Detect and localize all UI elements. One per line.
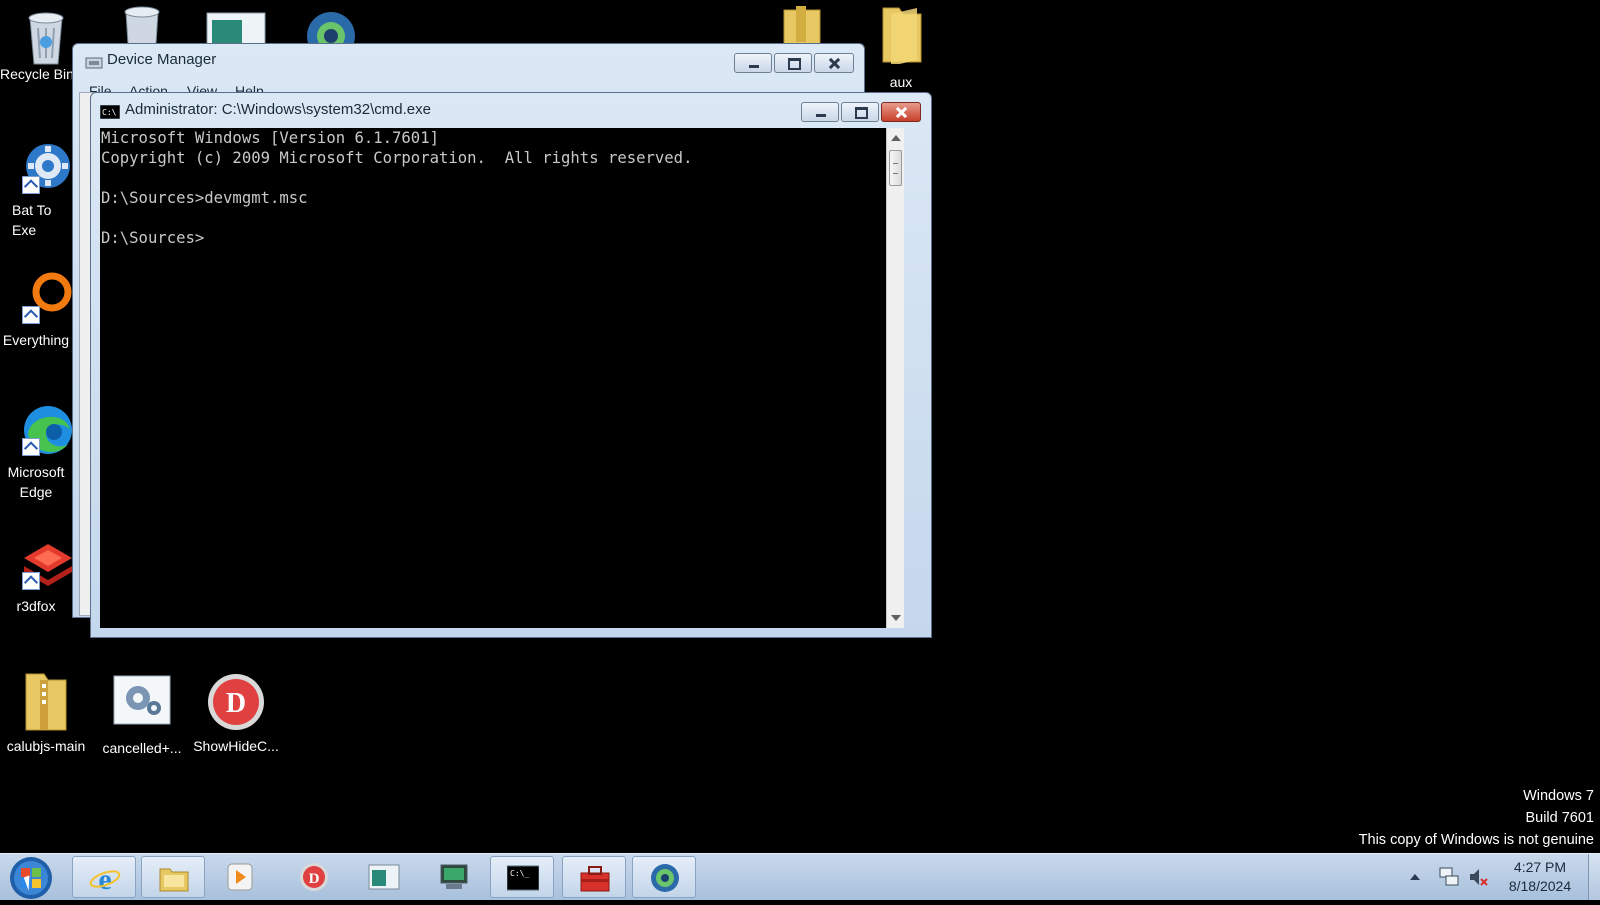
monitor-app-icon: [438, 862, 470, 892]
taskbar-button-explorer[interactable]: [141, 856, 205, 898]
device-manager-minimize-button[interactable]: [734, 53, 772, 73]
start-button[interactable]: [8, 856, 54, 900]
r3dfox-icon: [20, 538, 72, 590]
device-manager-icon: [85, 55, 103, 71]
desktop-icon-label: aux: [889, 74, 913, 90]
menu-action[interactable]: Action: [129, 83, 168, 92]
desktop-icon-cancelled[interactable]: cancelled+...: [96, 674, 188, 758]
taskbar-button-device-manager[interactable]: [422, 856, 486, 898]
menu-view[interactable]: View: [187, 83, 217, 92]
clock-date: 8/18/2024: [1508, 878, 1572, 894]
minimize-icon: [802, 103, 838, 121]
device-manager-close-button[interactable]: [814, 53, 854, 73]
show-desktop-button[interactable]: [1588, 854, 1600, 900]
svg-text:e: e: [98, 863, 111, 893]
cmd-title: Administrator: C:\Windows\system32\cmd.e…: [125, 101, 431, 118]
console-prompt: D:\Sources>: [101, 229, 205, 247]
watermark-genuine-notice: This copy of Windows is not genuine: [1358, 832, 1594, 848]
cmd-console-output[interactable]: Microsoft Windows [Version 6.1.7601] Cop…: [100, 128, 886, 628]
window-app-icon[interactable]: [206, 12, 266, 45]
taskbar: e D C:\_ 4:27 PM 8/18/2024: [0, 853, 1600, 900]
desktop-icon-aux-folder[interactable]: aux: [856, 4, 946, 92]
console-line: Microsoft Windows [Version 6.1.7601]: [101, 129, 439, 147]
desktop-icon-label: ShowHideC...: [193, 738, 279, 754]
device-manager-menubar: File Action View Help: [79, 78, 859, 92]
cmd-maximize-button[interactable]: [841, 102, 879, 122]
desktop-icon-label: calubjs-main: [6, 738, 86, 754]
gear-shortcut-icon: [20, 142, 72, 194]
desktop-icon-label: Recycle Bin: [0, 66, 72, 82]
window-app-icon: [368, 862, 400, 892]
folder-icon: [877, 4, 925, 66]
scrollbar-thumb[interactable]: [889, 150, 902, 186]
taskbar-button-ie[interactable]: e: [72, 856, 136, 898]
media-player-icon: [224, 862, 256, 892]
watermark-build: Build 7601: [1525, 810, 1594, 826]
desktop-icon-calubjs-main[interactable]: calubjs-main: [0, 670, 92, 756]
svg-text:C:\_: C:\_: [510, 869, 529, 878]
minimize-icon: [735, 54, 771, 72]
cmd-close-button[interactable]: [881, 102, 921, 122]
console-line: Copyright (c) 2009 Microsoft Corporation…: [101, 149, 693, 167]
console-line: [100, 208, 886, 228]
shortcut-arrow-icon: [22, 572, 40, 590]
network-icon[interactable]: [1438, 866, 1460, 888]
console-line: D:\Sources>devmgmt.msc: [101, 189, 308, 207]
desktop-icon-showhide[interactable]: D ShowHideC...: [190, 672, 282, 756]
shortcut-arrow-icon: [22, 176, 40, 194]
desktop-icon-label: Bat To Exe Converter: [12, 202, 52, 238]
toolbox-icon: [579, 863, 611, 893]
maximize-icon: [842, 103, 878, 121]
taskbar-button-toolbox[interactable]: [562, 856, 626, 898]
cmd-icon: C:\: [99, 104, 121, 120]
windows-orb-icon: [10, 857, 52, 899]
d-badge-icon: D: [298, 862, 330, 892]
shortcut-arrow-icon: [22, 438, 40, 456]
device-manager-title: Device Manager: [107, 51, 217, 68]
recycle-bin-icon[interactable]: [116, 4, 168, 45]
scroll-down-arrow-icon[interactable]: [891, 615, 901, 621]
svg-text:C:\: C:\: [102, 108, 117, 117]
shortcut-arrow-icon: [22, 306, 40, 324]
cmd-minimize-button[interactable]: [801, 102, 839, 122]
desktop-icon-label: Microsoft Edge: [7, 464, 65, 500]
clock-time: 4:27 PM: [1513, 859, 1567, 875]
console-line: [100, 168, 886, 188]
menu-file[interactable]: File: [89, 83, 112, 92]
maximize-icon: [775, 54, 811, 72]
taskbar-button-cmd[interactable]: C:\_: [490, 856, 554, 898]
cmd-vertical-scrollbar[interactable]: [886, 128, 904, 628]
recycle-bin-icon: [20, 6, 72, 65]
taskbar-clock[interactable]: 4:27 PM 8/18/2024: [1500, 858, 1580, 896]
desktop-icon-label: cancelled+...: [102, 740, 182, 756]
folder-zip-icon: [20, 670, 72, 732]
menu-help[interactable]: Help: [235, 83, 264, 92]
taskbar-button-window-app[interactable]: [352, 856, 416, 898]
d-badge-icon: D: [206, 672, 266, 732]
svg-text:D: D: [309, 871, 320, 887]
folder-icon[interactable]: [780, 6, 824, 45]
svg-text:D: D: [226, 688, 246, 719]
device-manager-maximize-button[interactable]: [774, 53, 812, 73]
close-icon: [815, 54, 853, 72]
cmd-icon: C:\_: [506, 863, 540, 893]
show-hidden-icons-chevron-icon[interactable]: [1410, 874, 1420, 880]
desktop-icon-label: r3dfox: [16, 598, 56, 614]
taskbar-button-showhide[interactable]: D: [282, 856, 346, 898]
watermark-os: Windows 7: [1523, 788, 1594, 804]
settings-app-icon: [112, 674, 172, 726]
desktop-icon-label: Everything: [2, 332, 70, 348]
explorer-folder-icon: [158, 863, 190, 893]
taskbar-button-media-player[interactable]: [208, 856, 272, 898]
globe-app-icon: [649, 863, 681, 893]
search-ring-icon: [20, 272, 72, 324]
close-icon: [882, 103, 920, 121]
volume-muted-icon[interactable]: [1468, 866, 1490, 888]
edge-icon: [20, 404, 72, 456]
taskbar-button-globe-app[interactable]: [632, 856, 696, 898]
ie-icon: e: [89, 863, 121, 896]
globe-app-icon[interactable]: [304, 8, 358, 60]
scroll-up-arrow-icon[interactable]: [891, 135, 901, 141]
